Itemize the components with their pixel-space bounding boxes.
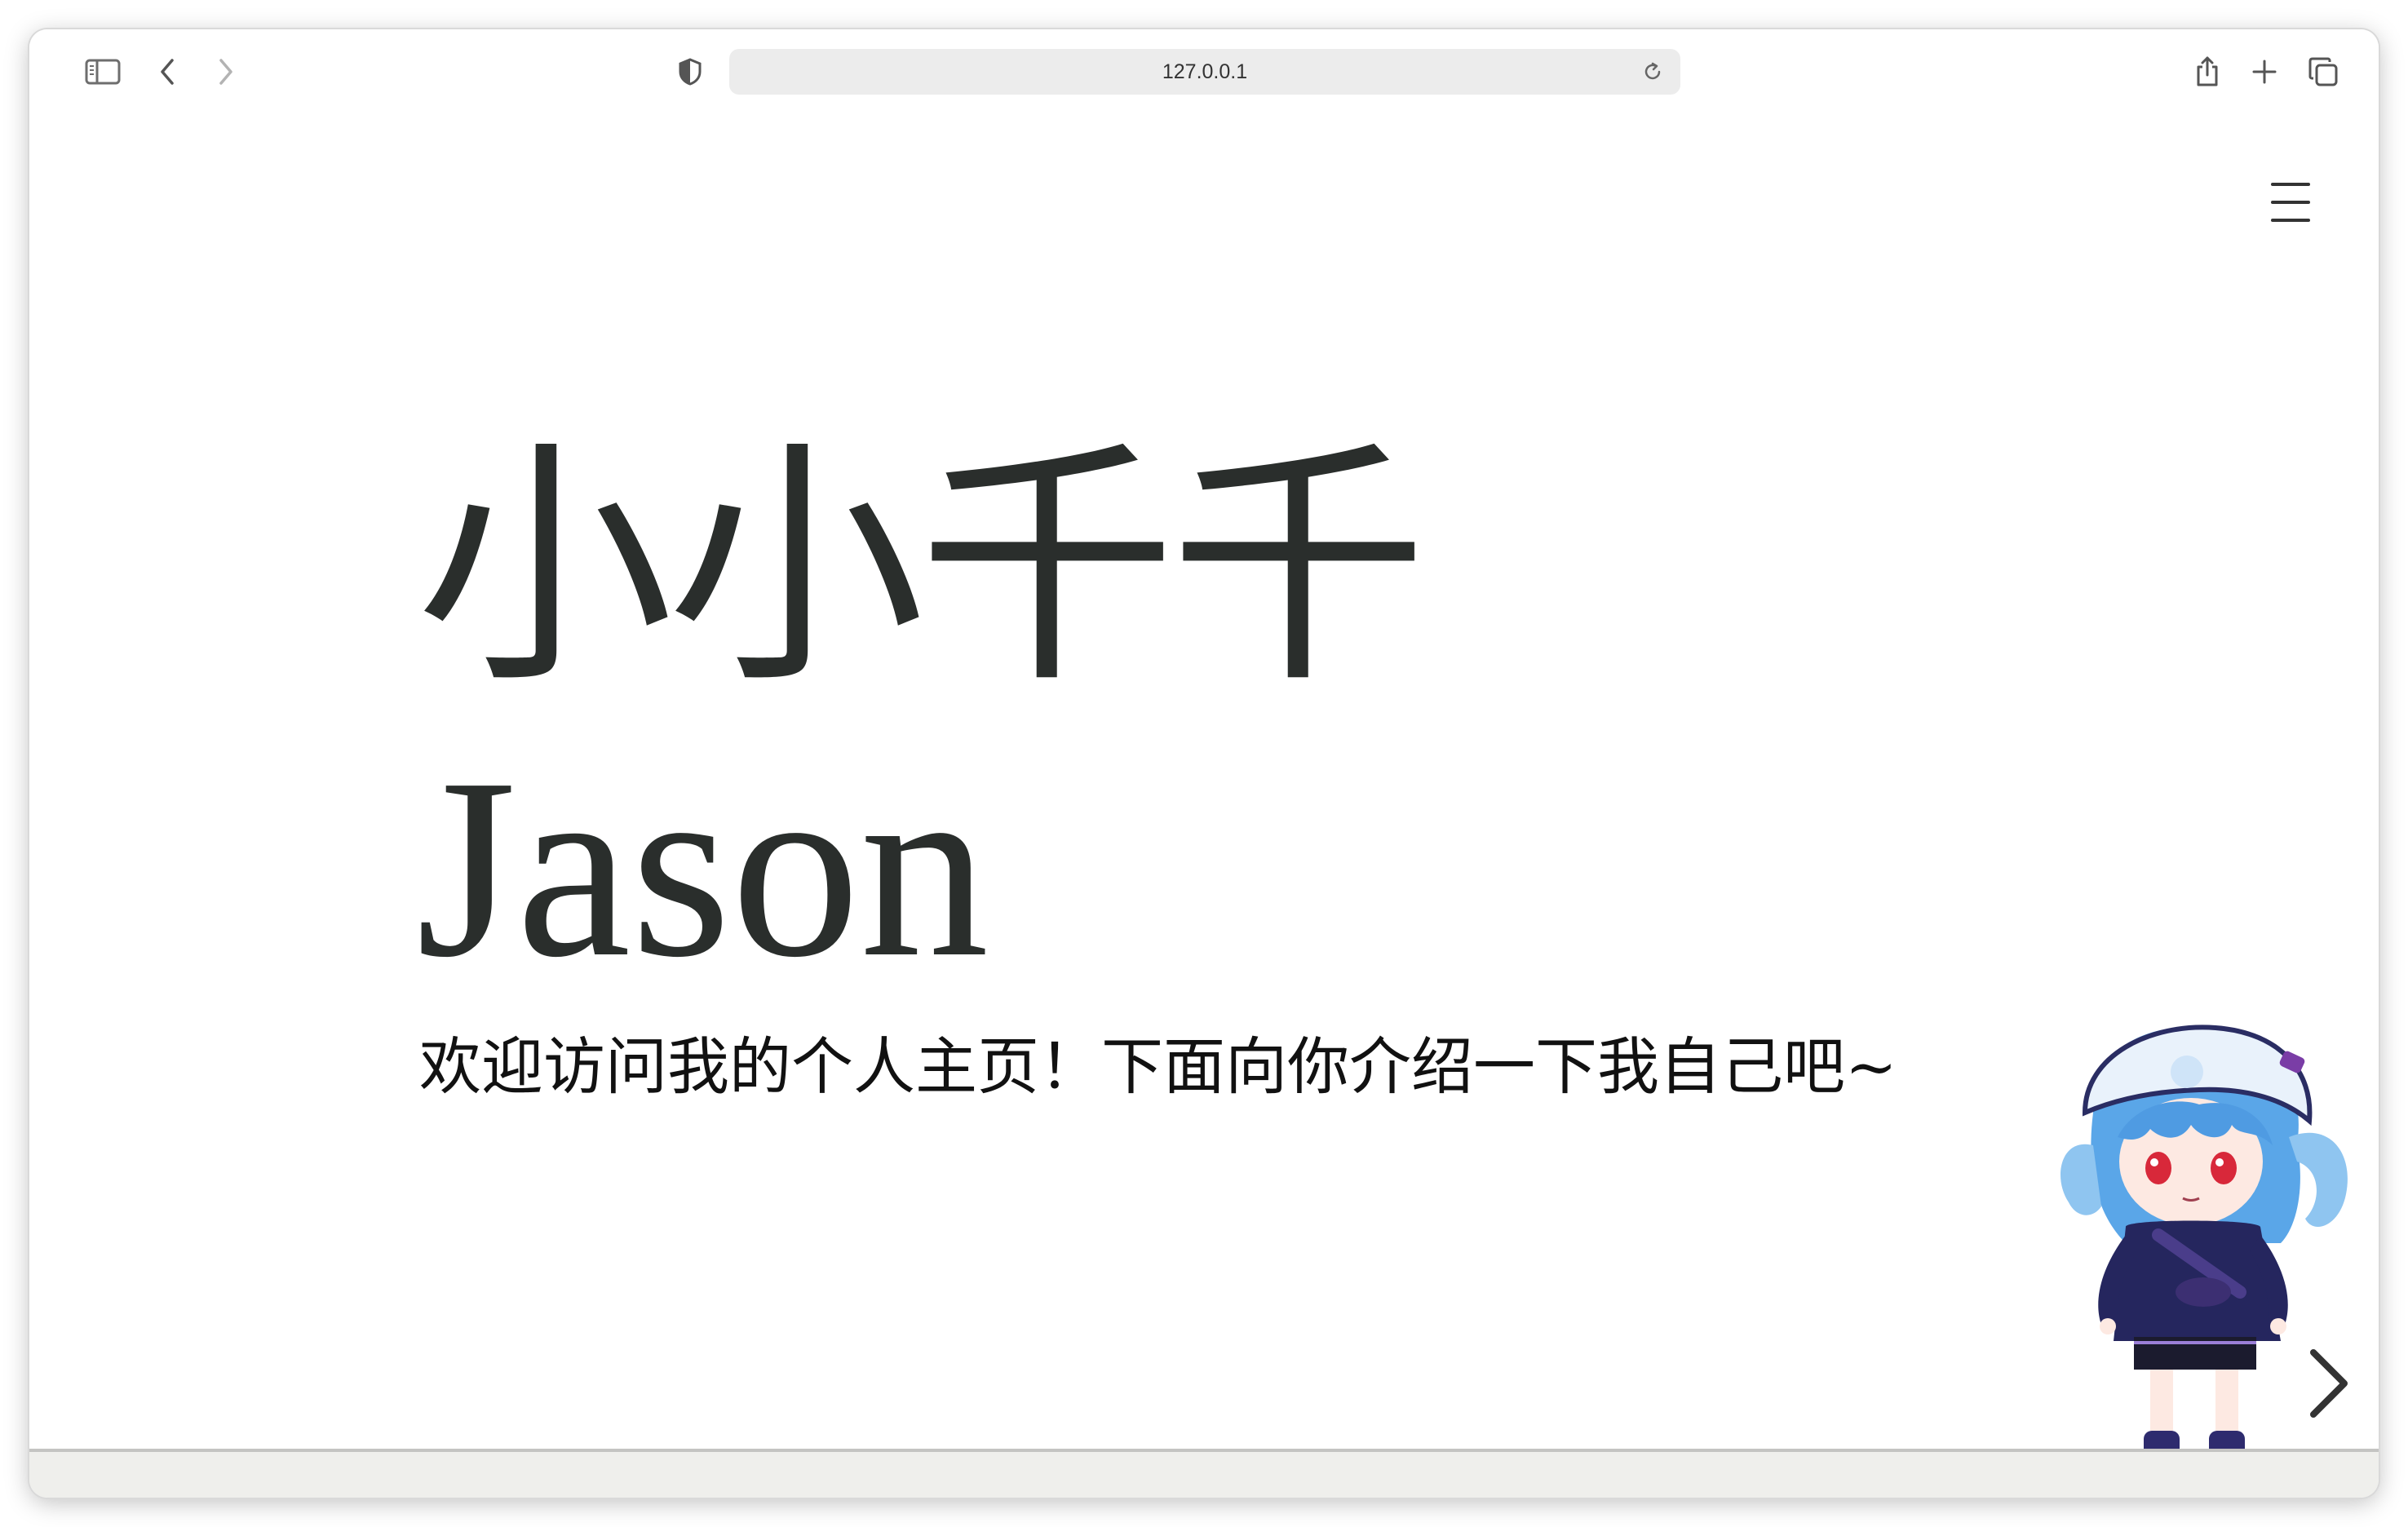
bottom-bar (29, 1449, 2379, 1498)
privacy-report-button[interactable] (666, 47, 715, 96)
url-text: 127.0.0.1 (1162, 60, 1248, 83)
shield-icon (679, 58, 702, 86)
plus-icon (2252, 60, 2277, 84)
browser-window: 127.0.0.1 小小千千 Jason 欢迎访问我的个人主页！下面向你介绍一下… (29, 29, 2379, 1498)
page-title-en: Jason (416, 725, 989, 1011)
address-bar[interactable]: 127.0.0.1 (729, 49, 1680, 95)
chevron-left-icon (161, 59, 174, 85)
share-button[interactable] (2183, 47, 2232, 96)
forward-button[interactable] (201, 47, 250, 96)
new-tab-button[interactable] (2240, 47, 2289, 96)
hamburger-menu-icon[interactable] (2264, 178, 2317, 227)
page-subtitle: 欢迎访问我的个人主页！下面向你介绍一下我自己吧~ (419, 1030, 1897, 1103)
page-content: 小小千千 Jason 欢迎访问我的个人主页！下面向你介绍一下我自己吧~ (29, 111, 2379, 1473)
back-button[interactable] (144, 47, 193, 96)
page-title-cn: 小小千千 (416, 418, 1428, 718)
reload-icon[interactable] (1640, 59, 1666, 85)
mascot-character[interactable] (2036, 1023, 2379, 1496)
chevron-right-icon (219, 59, 232, 85)
tab-overview-button[interactable] (2299, 47, 2348, 96)
sidebar-icon[interactable] (78, 47, 127, 96)
share-icon (2197, 56, 2218, 86)
tab-overview-icon (2308, 57, 2338, 86)
browser-toolbar: 127.0.0.1 (29, 29, 2379, 111)
